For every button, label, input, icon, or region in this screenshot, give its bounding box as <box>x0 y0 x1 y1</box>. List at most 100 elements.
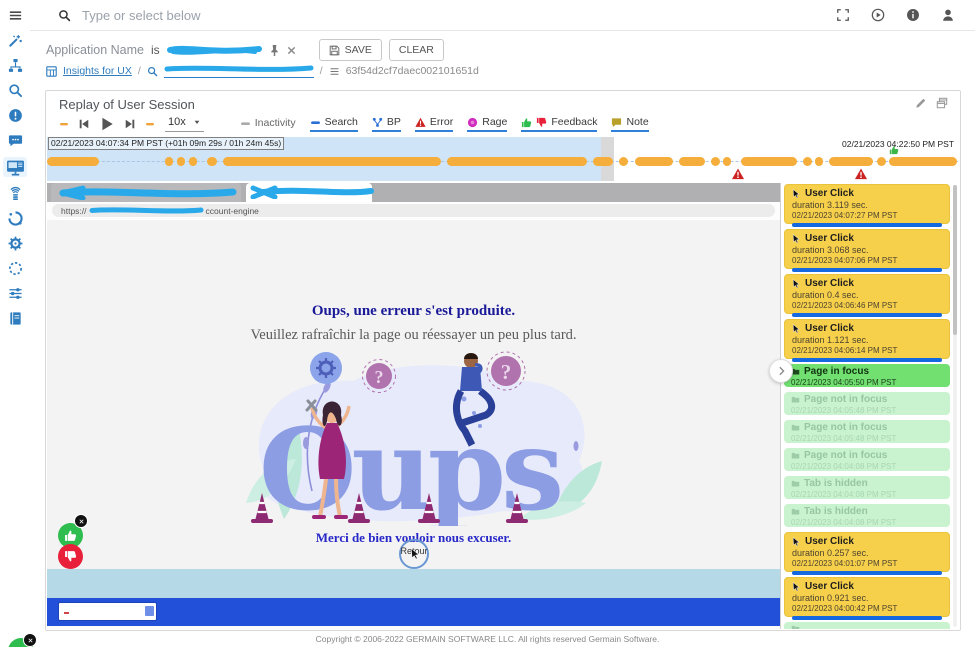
replay-panel: Replay of User Session 10x InactivitySea… <box>45 90 961 631</box>
sidebar-item-docs[interactable] <box>4 310 26 327</box>
dash-icon <box>240 118 251 129</box>
scrollbar-thumb[interactable] <box>953 185 957 335</box>
session-timeline[interactable]: 02/21/2023 04:07:34 PM PST (+01h 09m 29s… <box>47 137 958 181</box>
sidebar-item-tuning[interactable] <box>4 285 26 302</box>
global-search-input[interactable] <box>80 7 836 24</box>
event-duration: duration 1.121 sec. <box>792 335 942 345</box>
replayed-tab-active[interactable] <box>246 183 372 202</box>
event-card[interactable]: User Clickduration 0.921 sec.02/21/2023 … <box>784 577 950 617</box>
event-card[interactable]: User Clickduration 0.4 sec.02/21/2023 04… <box>784 274 950 314</box>
sidebar-item-search[interactable] <box>4 82 26 99</box>
sidebar-item-wand[interactable] <box>4 32 26 49</box>
folder-icon <box>791 479 800 488</box>
replayed-tab-inactive[interactable] <box>51 183 241 202</box>
replayed-page: https:// ccount-engine Oups, une erreur … <box>47 183 780 629</box>
monitor-icon <box>6 159 25 176</box>
faster-icon[interactable] <box>145 119 155 129</box>
legend-toggle-bp[interactable]: BP <box>372 116 401 132</box>
slower-icon[interactable] <box>59 119 69 129</box>
timeline-event-cluster <box>189 157 197 166</box>
event-duration: duration 3.119 sec. <box>792 200 942 210</box>
replayed-tab-bar <box>47 183 780 202</box>
timeline-event-cluster <box>815 157 823 166</box>
legend-toggle-search[interactable]: Search <box>310 116 358 132</box>
event-card[interactable]: User Clickduration 3.119 sec.02/21/2023 … <box>784 184 950 224</box>
url-prefix: https:// <box>61 206 87 216</box>
event-card[interactable]: Tab is hidden02/21/2023 04:04:08 PM PST <box>784 504 950 527</box>
feedback-close-badge[interactable] <box>74 514 88 528</box>
breadcrumb-root-link[interactable]: Insights for UX <box>63 65 132 77</box>
input-action-icon <box>145 606 154 616</box>
event-title: Page in focus <box>804 366 869 377</box>
redacted-breadcrumb-link[interactable] <box>164 64 314 78</box>
event-card[interactable]: Tab is hidden02/21/2023 04:04:08 PM PST <box>784 476 950 499</box>
remove-filter-icon[interactable] <box>287 46 296 55</box>
page-light-blue-band <box>47 569 780 598</box>
close-icon <box>79 519 84 524</box>
legend-toggle-note[interactable]: Note <box>611 116 648 132</box>
legend-toggle-rage[interactable]: Rage <box>467 116 507 132</box>
event-card[interactable]: User Clickduration 1.121 sec.02/21/2023 … <box>784 319 950 359</box>
speed-selector[interactable]: 10x <box>165 116 204 132</box>
svg-text:?: ? <box>500 360 511 384</box>
replayed-url-bar[interactable]: https:// ccount-engine <box>52 204 775 217</box>
info-icon[interactable] <box>906 8 920 22</box>
sliders-icon <box>8 286 23 301</box>
event-timestamp: 02/21/2023 04:07:27 PM PST <box>792 211 942 220</box>
event-card[interactable]: Page not in focus02/21/2023 04:04:08 PM … <box>784 448 950 471</box>
topbar-actions <box>836 8 955 22</box>
sidebar-item-settings[interactable] <box>4 235 26 252</box>
user-icon[interactable] <box>941 8 955 22</box>
thumbup-icon <box>521 117 532 128</box>
timeline-event-cluster <box>223 157 441 166</box>
popout-icon[interactable] <box>936 97 948 109</box>
edit-icon[interactable] <box>915 97 927 109</box>
event-card[interactable]: User Clickduration 3.068 sec.02/21/2023 … <box>784 229 950 269</box>
event-card[interactable]: Page in focus02/21/2023 04:05:50 PM PST <box>784 364 950 387</box>
event-progress-bar <box>792 223 942 227</box>
sidebar-item-menu[interactable] <box>4 7 26 24</box>
event-card[interactable] <box>784 622 950 629</box>
app-root: Application Name is SAVE CLEAR Insights … <box>0 0 975 647</box>
sidebar-item-chat[interactable] <box>4 132 26 149</box>
error-marker-icon[interactable] <box>731 168 744 180</box>
sidebar-item-broadcast[interactable] <box>4 185 26 202</box>
event-card[interactable]: User Clickduration 0.257 sec.02/21/2023 … <box>784 532 950 572</box>
pin-icon[interactable] <box>269 44 280 57</box>
sidebar-item-automation[interactable] <box>4 260 26 277</box>
analytics-icon <box>8 211 23 226</box>
feedback-thumbs-down-widget[interactable] <box>58 544 83 569</box>
save-icon <box>329 45 340 56</box>
legend-toggle-feedback[interactable]: Feedback <box>521 116 597 132</box>
skip-forward-icon[interactable] <box>124 118 136 130</box>
error-marker-icon[interactable] <box>855 168 868 180</box>
sidebar-item-session-replay[interactable] <box>3 157 27 177</box>
play-circle-icon[interactable] <box>871 8 885 22</box>
collapse-events-handle[interactable] <box>769 359 793 383</box>
sidebar-item-topology[interactable] <box>4 57 26 74</box>
chat-widget-close-badge[interactable] <box>23 633 37 647</box>
play-icon[interactable] <box>99 116 115 132</box>
bp-icon <box>372 117 383 128</box>
chevron-down-icon <box>193 118 201 126</box>
footer-copyright: Copyright © 2006-2022 GERMAIN SOFTWARE L… <box>0 634 975 644</box>
page-input-field[interactable] <box>58 602 157 621</box>
breadcrumb: Insights for UX / / 63f54d2cf7daec002101… <box>46 63 479 79</box>
clear-button[interactable]: CLEAR <box>389 39 444 61</box>
event-duration: duration 0.257 sec. <box>792 548 942 558</box>
error-page-subtitle: Veuillez rafraîchir la page ou réessayer… <box>47 327 780 344</box>
sidebar-item-analytics[interactable] <box>4 210 26 227</box>
folder-icon <box>791 507 800 516</box>
folder-icon <box>791 624 800 629</box>
event-timestamp: 02/21/2023 04:04:08 PM PST <box>791 490 943 499</box>
event-timestamp: 02/21/2023 04:06:14 PM PST <box>792 346 942 355</box>
retour-area: Retour <box>399 539 429 569</box>
page-blue-bar <box>47 598 780 626</box>
legend-toggle-error[interactable]: Error <box>415 116 453 132</box>
event-card[interactable]: Page not in focus02/21/2023 04:05:48 PM … <box>784 420 950 443</box>
sidebar-item-alerts[interactable] <box>4 107 26 124</box>
event-card[interactable]: Page not in focus02/21/2023 04:05:48 PM … <box>784 392 950 415</box>
fullscreen-icon[interactable] <box>836 8 850 22</box>
skip-back-icon[interactable] <box>78 118 90 130</box>
save-button[interactable]: SAVE <box>319 39 382 61</box>
